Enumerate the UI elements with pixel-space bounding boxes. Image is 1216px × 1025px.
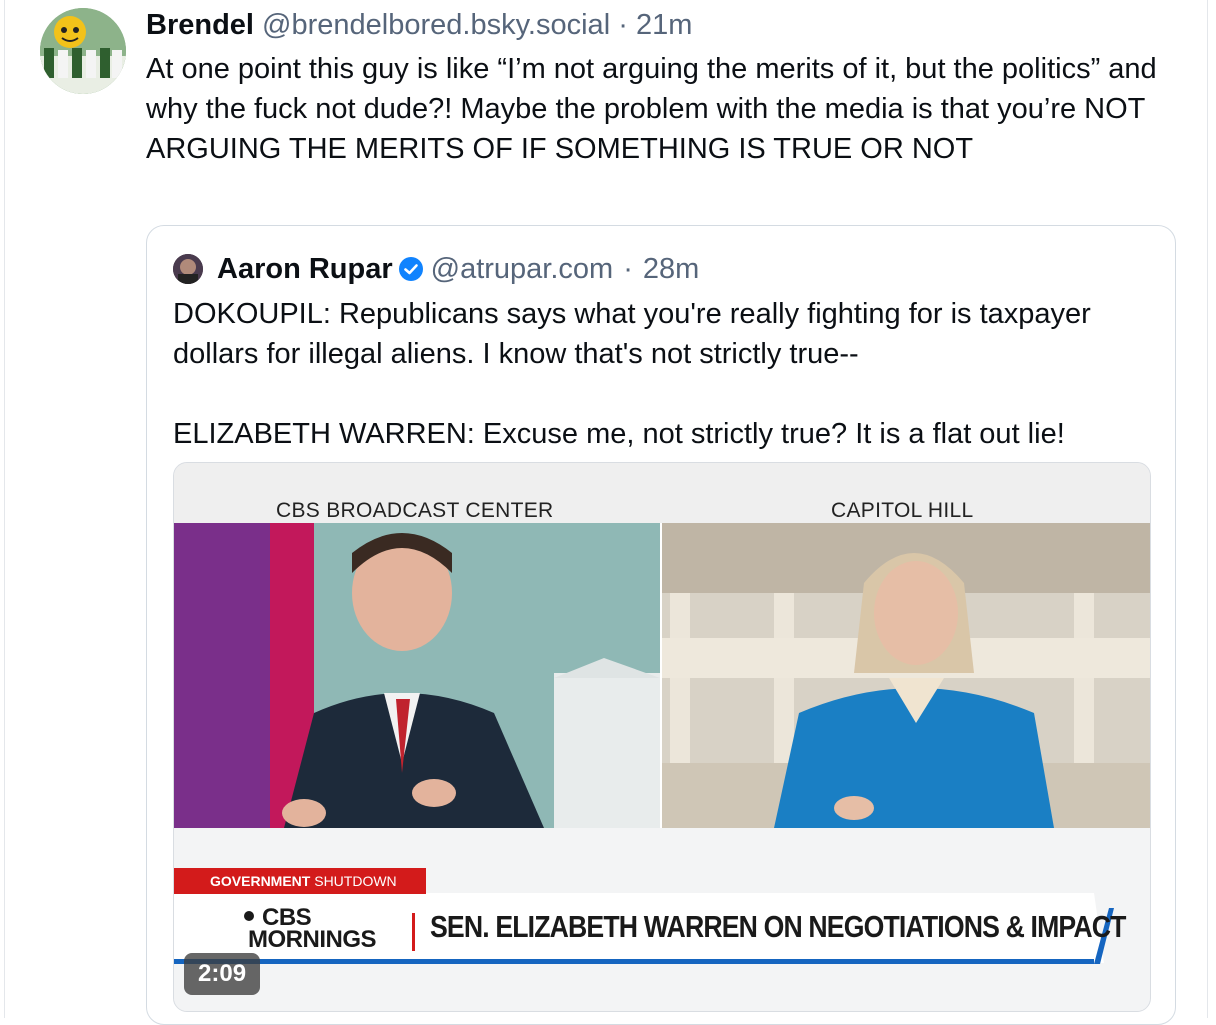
quoted-paragraph-2: ELIZABETH WARREN: Excuse me, not strictl… [173, 418, 1065, 450]
verified-badge-icon [398, 257, 423, 281]
quoted-post[interactable]: Aaron Rupar @atrupar.com · 28m DOKOUPIL:… [146, 225, 1176, 1025]
video-player[interactable]: CBS BROADCAST CENTER CAPITOL HILL GOVERN… [173, 462, 1151, 1012]
video-duration-badge: 2:09 [184, 953, 261, 995]
logo-line-2: MORNINGS [248, 926, 377, 953]
quoted-paragraph-1: DOKOUPIL: Republicans says what you're r… [173, 298, 1091, 370]
quoted-author-avatar[interactable] [173, 254, 203, 284]
tag-bold-text: GOVERNMENT [210, 873, 311, 889]
headline-divider [412, 913, 415, 951]
video-headline: SEN. ELIZABETH WARREN ON NEGOTIATIONS & … [430, 909, 1126, 944]
quoted-post-timestamp[interactable]: 28m [643, 250, 699, 288]
header-separator: · [618, 9, 628, 41]
tag-light-text: SHUTDOWN [314, 873, 397, 889]
quoted-author-handle[interactable]: @atrupar.com [431, 250, 614, 288]
lower-third-tag: GOVERNMENT SHUTDOWN [174, 868, 426, 894]
location-label-right: CAPITOL HILL [831, 499, 974, 522]
post-timestamp[interactable]: 21m [636, 9, 692, 41]
quoted-post-header: Aaron Rupar @atrupar.com · 28m [173, 250, 699, 288]
author-name[interactable]: Brendel [146, 9, 254, 41]
quoted-header-separator: · [623, 253, 633, 285]
author-handle[interactable]: @brendelbored.bsky.social [262, 9, 610, 41]
author-avatar[interactable] [40, 8, 126, 94]
post-text: At one point this guy is like “I’m not a… [146, 53, 1157, 165]
quoted-post-text: DOKOUPIL: Republicans says what you're r… [173, 294, 1153, 454]
post-header: Brendel @brendelbored.bsky.social · 21m [146, 6, 692, 44]
cbs-mornings-logo: CBS MORNINGS [248, 906, 377, 953]
location-label-left: CBS BROADCAST CENTER [276, 499, 554, 522]
quoted-author-name[interactable]: Aaron Rupar [217, 250, 393, 288]
